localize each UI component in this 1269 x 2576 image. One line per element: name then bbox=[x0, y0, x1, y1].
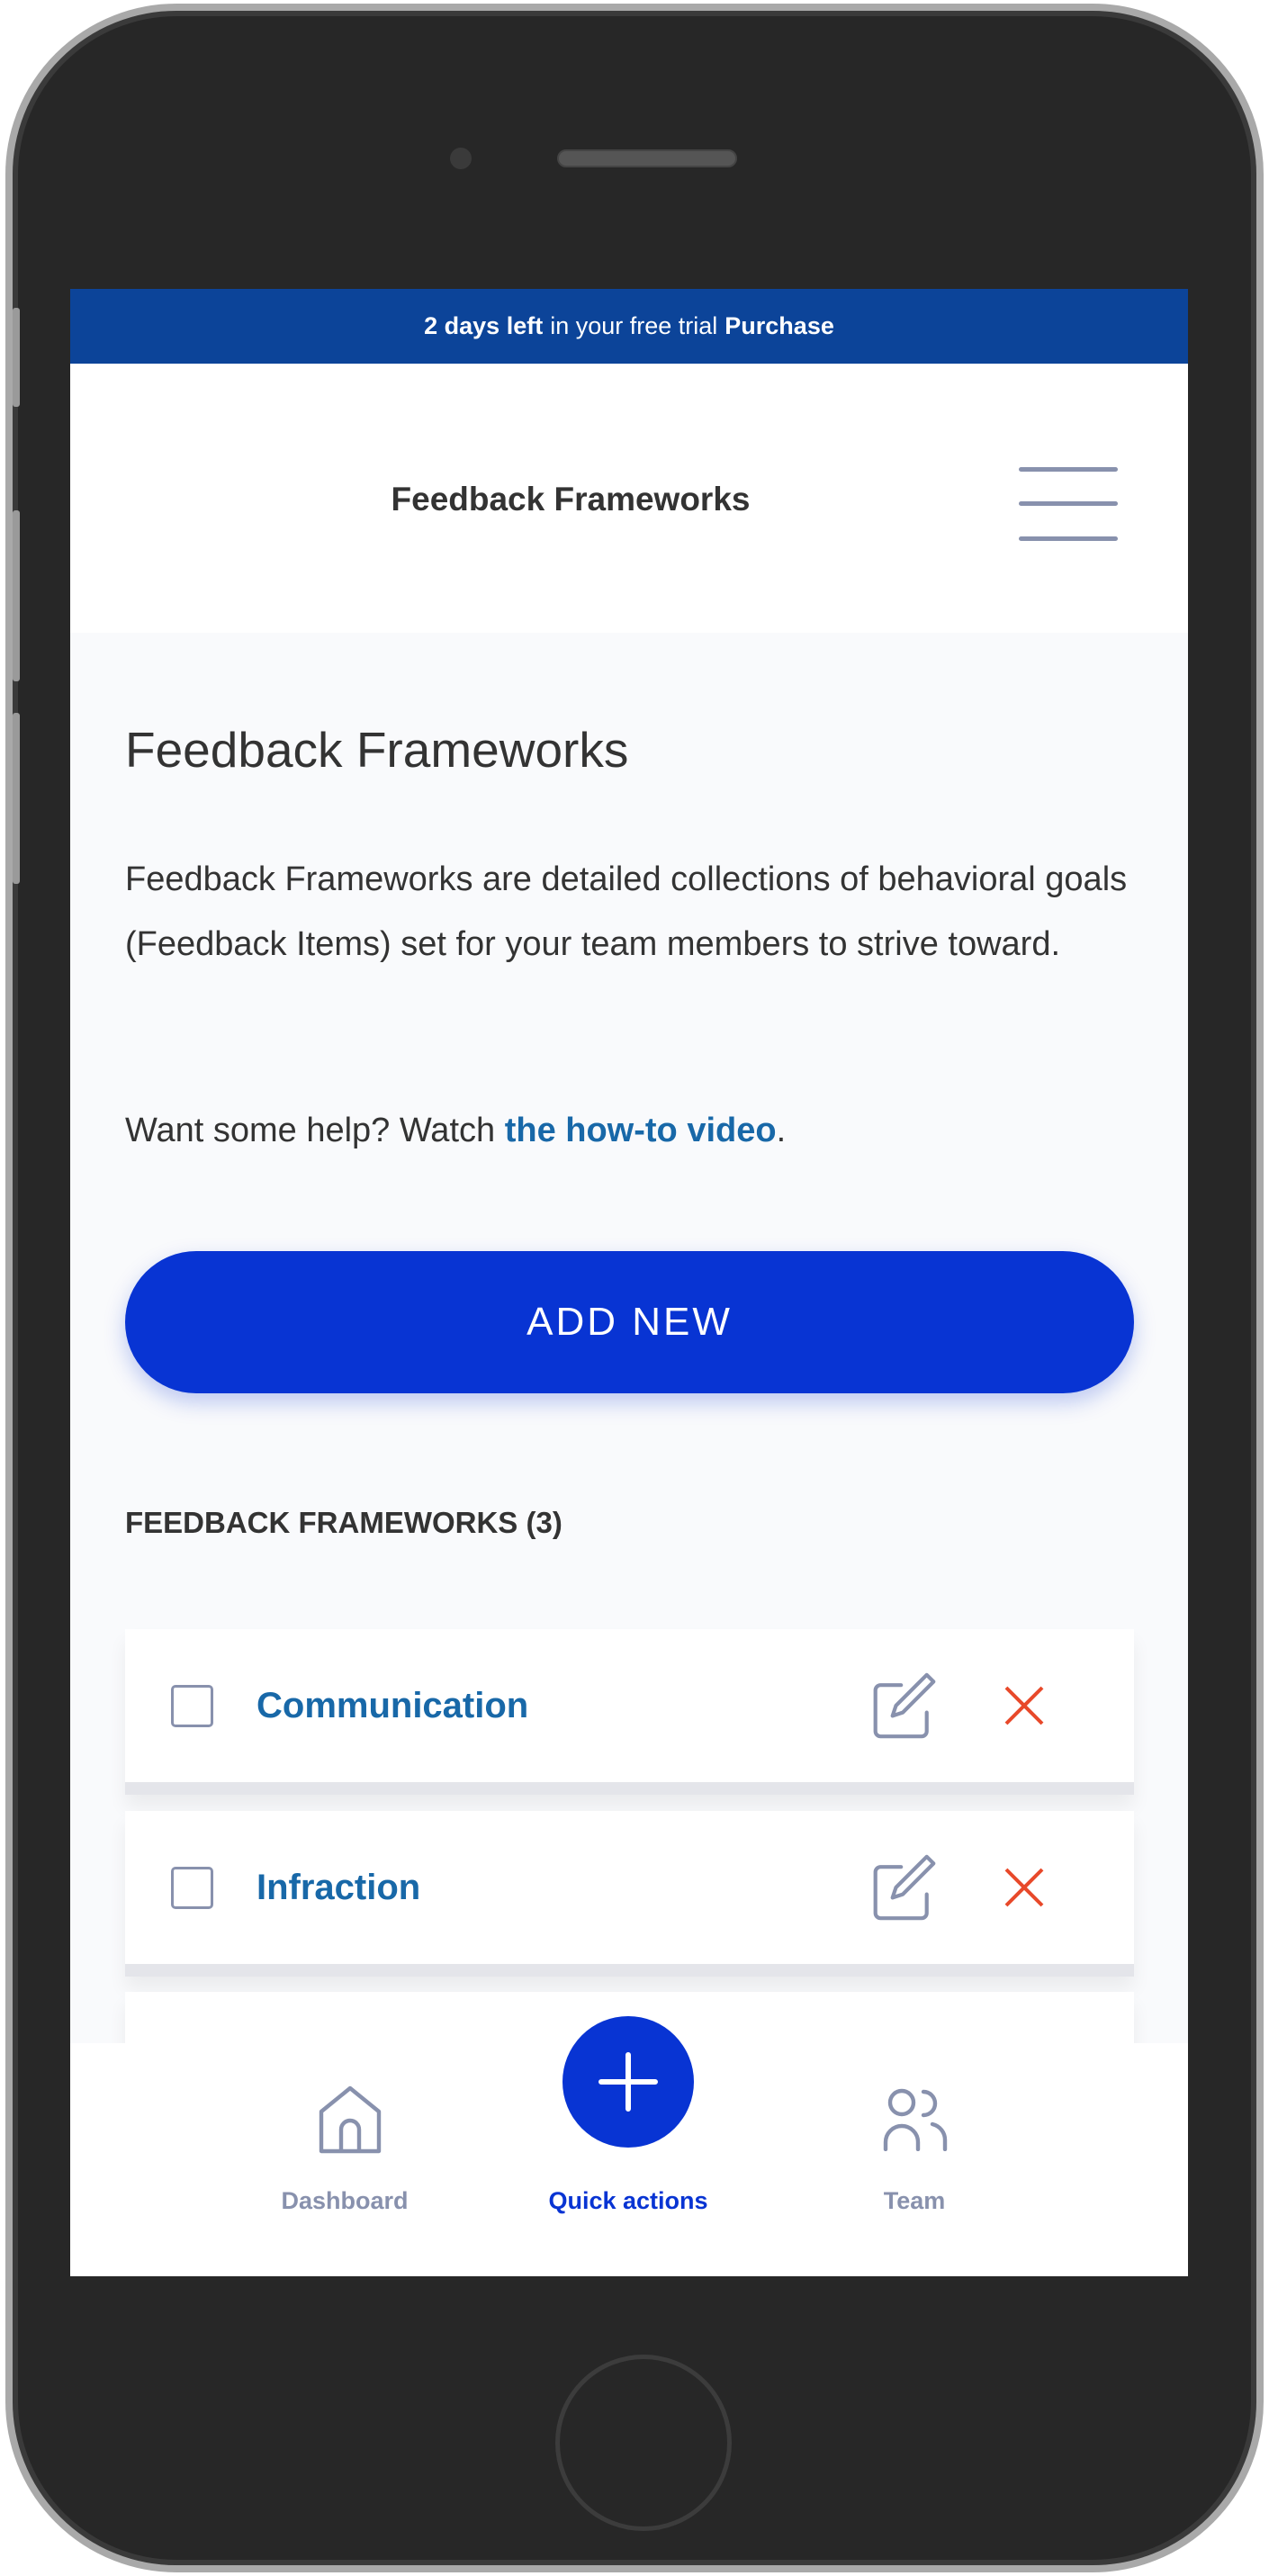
row-checkbox[interactable] bbox=[171, 1866, 213, 1909]
mute-switch bbox=[13, 308, 20, 407]
page-title: Feedback Frameworks bbox=[125, 722, 629, 778]
page-description: Feedback Frameworks are detailed collect… bbox=[125, 860, 1128, 963]
plus-icon bbox=[598, 2052, 658, 2112]
nav-team[interactable]: Team bbox=[779, 2043, 1049, 2276]
framework-row: Infraction bbox=[125, 1811, 1134, 1977]
section-title: FEEDBACK FRAMEWORKS (3) bbox=[125, 1506, 562, 1539]
front-camera bbox=[450, 148, 472, 169]
trial-text: in your free trial bbox=[550, 312, 718, 339]
purchase-link[interactable]: Purchase bbox=[724, 312, 834, 340]
home-button[interactable] bbox=[555, 2355, 732, 2531]
framework-name[interactable]: Infraction bbox=[256, 1868, 420, 1908]
bottom-nav: Dashboard Quick actions Team bbox=[70, 2016, 1188, 2276]
delete-icon[interactable] bbox=[1003, 1684, 1046, 1727]
hamburger-menu-icon[interactable] bbox=[1019, 467, 1118, 541]
trial-days: 2 days left bbox=[424, 312, 544, 339]
framework-row: Communication bbox=[125, 1629, 1134, 1795]
framework-name[interactable]: Communication bbox=[256, 1686, 528, 1726]
nav-quick-actions[interactable]: Quick actions bbox=[493, 2016, 763, 2276]
screen: 2 days left in your free trial Purchase … bbox=[70, 289, 1188, 2276]
team-icon bbox=[883, 2088, 948, 2151]
help-suffix: . bbox=[776, 1112, 787, 1149]
trial-banner: 2 days left in your free trial Purchase bbox=[70, 289, 1188, 364]
nav-quick-actions-label: Quick actions bbox=[548, 2187, 708, 2214]
row-checkbox[interactable] bbox=[171, 1684, 213, 1727]
edit-icon[interactable] bbox=[870, 1671, 939, 1740]
help-prefix: Want some help? Watch bbox=[125, 1112, 505, 1149]
help-text: Want some help? Watch the how-to video. bbox=[125, 1112, 786, 1150]
volume-down-button bbox=[13, 713, 20, 884]
how-to-video-link[interactable]: the how-to video bbox=[505, 1112, 777, 1149]
nav-dashboard[interactable]: Dashboard bbox=[210, 2043, 480, 2276]
add-new-button[interactable]: ADD NEW bbox=[125, 1251, 1134, 1393]
speaker bbox=[557, 149, 737, 167]
delete-icon[interactable] bbox=[1003, 1866, 1046, 1909]
edit-icon[interactable] bbox=[870, 1853, 939, 1922]
nav-team-label: Team bbox=[883, 2187, 946, 2214]
quick-actions-button[interactable] bbox=[562, 2016, 694, 2148]
nav-dashboard-label: Dashboard bbox=[281, 2187, 409, 2214]
home-icon bbox=[319, 2085, 382, 2154]
app-header: Feedback Frameworks bbox=[70, 364, 1188, 633]
volume-up-button bbox=[13, 510, 20, 681]
